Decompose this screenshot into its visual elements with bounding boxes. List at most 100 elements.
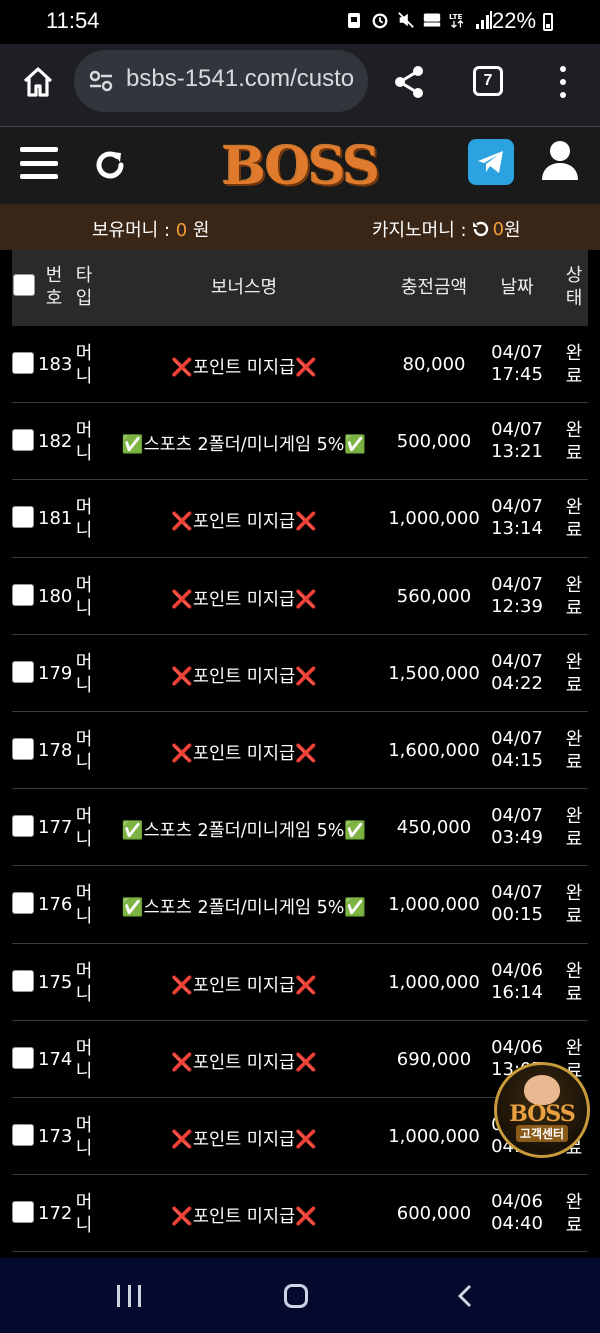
mute-icon	[397, 10, 415, 30]
row-datetime: 04/07 17:45	[484, 342, 550, 386]
row-bonus-name: ❌포인트 미지급❌	[171, 512, 317, 533]
row-checkbox[interactable]	[12, 352, 34, 374]
address-bar[interactable]: bsbs-1541.com/custo	[74, 50, 368, 112]
telegram-icon[interactable]	[468, 139, 514, 185]
row-status: 완료	[565, 883, 583, 928]
tabs-button[interactable]: 7	[473, 66, 503, 96]
header-type: 타입	[75, 265, 93, 309]
casino-refresh-icon[interactable]	[471, 220, 489, 238]
table-row[interactable]: 179 머니 ❌포인트 미지급❌ 1,500,000 04/07 04:22 완료	[12, 634, 588, 712]
customer-center-badge[interactable]: BOSS 고객센터	[494, 1062, 590, 1158]
refresh-icon[interactable]	[92, 147, 128, 183]
home-nav-icon[interactable]	[284, 1284, 308, 1308]
row-datetime: 04/07 13:14	[484, 496, 550, 540]
row-number: 177	[38, 817, 73, 839]
row-bonus-name: ❌포인트 미지급❌	[171, 1207, 317, 1228]
row-number: 182	[38, 431, 73, 453]
site-header: BOSS	[0, 126, 600, 204]
share-icon[interactable]	[392, 64, 426, 100]
row-bonus-name: ❌포인트 미지급❌	[171, 1129, 317, 1150]
row-status: 완료	[565, 651, 583, 696]
tune-icon[interactable]	[88, 68, 114, 94]
row-status: 완료	[565, 1192, 583, 1237]
holding-money: 보유머니 : 0 원	[92, 220, 210, 241]
alarm-icon	[371, 10, 389, 30]
row-status: 완료	[565, 574, 583, 619]
row-time: 13:14	[491, 518, 543, 540]
site-logo[interactable]: BOSS	[208, 135, 392, 197]
row-datetime: 04/07 04:22	[484, 651, 550, 695]
row-checkbox[interactable]	[12, 583, 34, 606]
table-row[interactable]: 182 머니 ✅스포츠 2폴더/미니게임 5%✅ 500,000 04/07 13:21 완…	[12, 403, 588, 481]
row-checkbox[interactable]	[12, 1046, 34, 1069]
row-checkbox[interactable]	[12, 660, 34, 683]
row-bonus-name: ❌포인트 미지급❌	[171, 1052, 317, 1073]
row-bonus-name: ❌포인트 미지급❌	[171, 589, 317, 610]
row-status: 완료	[565, 960, 583, 1005]
row-date: 04/07	[491, 496, 543, 518]
table-row[interactable]: 172 머니 ❌포인트 미지급❌ 600,000 04/06 04:40 완료	[12, 1175, 588, 1253]
row-amount: 450,000	[396, 817, 472, 839]
battery-icon	[543, 13, 553, 31]
table-row[interactable]: 178 머니 ❌포인트 미지급❌ 1,600,000 04/07 04:15 완료	[12, 711, 588, 790]
table-row[interactable]: 183 머니 ❌포인트 미지급❌ 80,000 04/07 17:45 완료	[12, 326, 588, 404]
row-type: 머니	[75, 806, 93, 851]
row-number: 175	[38, 971, 73, 993]
row-checkbox[interactable]	[12, 1123, 34, 1146]
url-text[interactable]: bsbs-1541.com/custo	[126, 65, 354, 93]
holding-money-value: 0	[175, 220, 188, 241]
row-number: 172	[38, 1203, 73, 1225]
row-amount: 1,600,000	[388, 739, 480, 761]
table-row[interactable]: 175 머니 ❌포인트 미지급❌ 1,000,000 04/06 16:14 완료	[12, 943, 588, 1021]
row-type: 머니	[75, 728, 93, 773]
row-date: 04/07	[491, 342, 543, 363]
row-amount: 690,000	[396, 1048, 472, 1070]
row-number: 180	[38, 585, 73, 607]
row-checkbox[interactable]	[12, 969, 34, 992]
row-datetime: 04/06 04:40	[484, 1191, 550, 1235]
row-amount: 80,000	[402, 354, 466, 375]
header-number: 번호	[45, 265, 63, 309]
row-datetime: 04/07 03:49	[484, 805, 550, 849]
row-checkbox[interactable]	[12, 737, 34, 760]
row-time: 17:45	[491, 364, 543, 385]
row-amount: 1,500,000	[388, 662, 480, 684]
recent-apps-icon[interactable]	[117, 1285, 141, 1307]
row-date: 04/06	[491, 1191, 543, 1213]
row-amount: 1,000,000	[388, 508, 480, 530]
header-status: 상태	[565, 265, 583, 309]
casino-money-value: 0	[492, 218, 505, 240]
row-datetime: 04/06 16:14	[484, 960, 550, 1004]
row-bonus-name: ✅스포츠 2폴더/미니게임 5%✅	[121, 821, 367, 842]
row-date: 04/07	[491, 419, 543, 441]
row-checkbox[interactable]	[12, 892, 34, 915]
row-checkbox[interactable]	[12, 815, 34, 838]
table-row[interactable]: 180 머니 ❌포인트 미지급❌ 560,000 04/07 12:39 완료	[12, 557, 588, 635]
row-status: 완료	[565, 343, 583, 387]
row-type: 머니	[75, 883, 93, 928]
row-bonus-name: ❌포인트 미지급❌	[171, 743, 317, 764]
hamburger-icon[interactable]	[20, 147, 58, 179]
battery-percent: 22%	[492, 8, 537, 33]
casino-money: 카지노머니 : 0 원	[372, 218, 521, 242]
row-datetime: 04/07 13:21	[484, 419, 550, 463]
more-icon[interactable]	[555, 66, 571, 98]
row-status: 완료	[565, 420, 583, 465]
table-row[interactable]: 181 머니 ❌포인트 미지급❌ 1,000,000 04/07 13:14 완료	[12, 480, 588, 558]
row-checkbox[interactable]	[12, 506, 34, 529]
user-icon[interactable]	[541, 140, 579, 180]
select-all-checkbox[interactable]	[13, 274, 35, 296]
row-datetime: 04/07 00:15	[484, 882, 550, 926]
row-type: 머니	[75, 651, 93, 696]
table-row[interactable]: 177 머니 ✅스포츠 2폴더/미니게임 5%✅ 450,000 04/07 03:49 완…	[12, 789, 588, 867]
row-date: 04/06	[491, 1036, 543, 1058]
row-date: 04/07	[491, 727, 543, 749]
row-checkbox[interactable]	[12, 429, 34, 452]
row-date: 04/07	[491, 573, 543, 595]
svg-text:LTE: LTE	[449, 12, 463, 21]
table-row[interactable]: 176 머니 ✅스포츠 2폴더/미니게임 5%✅ 1,000,000 04/07 00:1…	[12, 866, 588, 944]
row-date: 04/07	[491, 805, 543, 827]
back-icon[interactable]	[455, 1284, 475, 1308]
row-checkbox[interactable]	[12, 1201, 34, 1224]
home-icon[interactable]	[20, 64, 56, 100]
